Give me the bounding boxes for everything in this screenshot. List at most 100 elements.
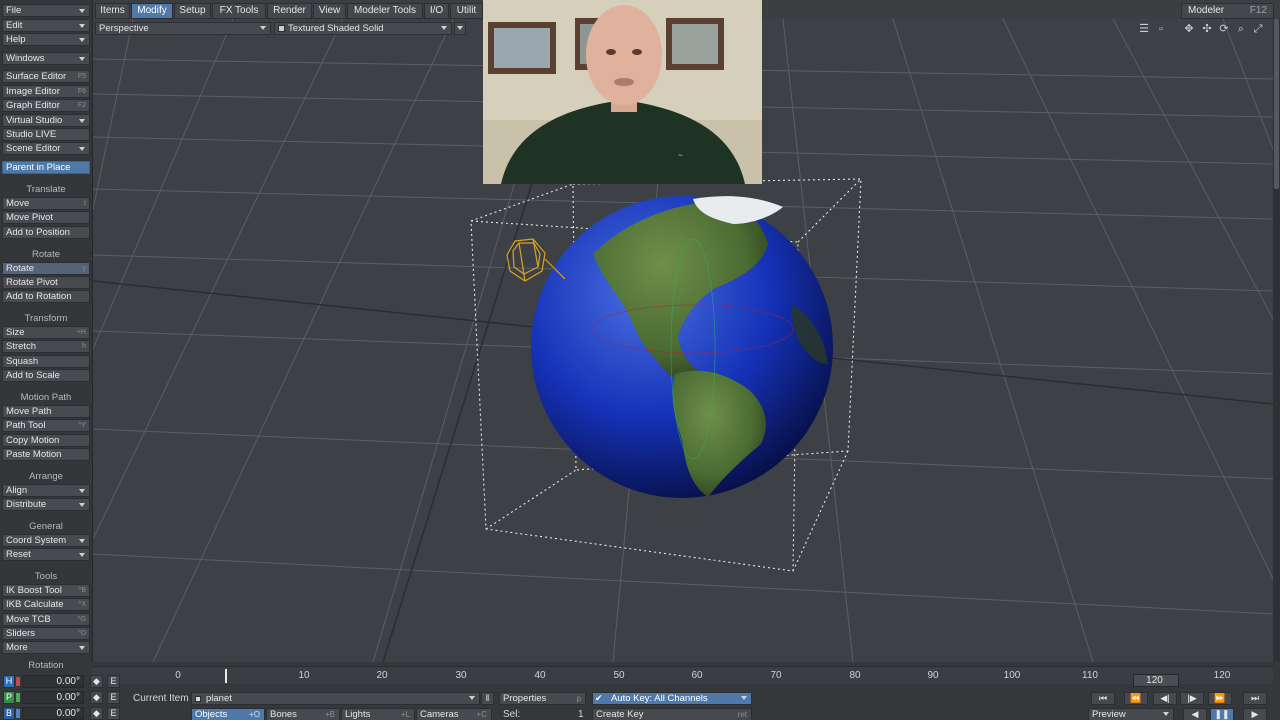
tab-io[interactable]: I/O [424,3,449,19]
cameras-filter-button[interactable]: Cameras +C [416,708,492,720]
tab-setup[interactable]: Setup [174,3,211,19]
coord-system-menu[interactable]: Coord System [2,534,90,547]
align-menu[interactable]: Align [2,484,90,497]
parent-in-place-button[interactable]: Parent in Place [2,161,90,174]
bank-value-field[interactable]: 0.00° [22,707,84,720]
surface-editor-button[interactable]: Surface Editor F5 [2,70,90,83]
reset-menu[interactable]: Reset [2,548,90,561]
last-frame-icon[interactable]: ⏭ [1243,692,1267,705]
maximize-icon[interactable]: ▫ [1154,22,1168,36]
viewport-scrollbar[interactable] [1273,19,1280,662]
file-menu-label: File [6,5,22,16]
ikb-calculate-button[interactable]: IKB Calculate ^X [2,598,90,611]
move-tcb-button[interactable]: Move TCB ^G [2,613,90,626]
distribute-menu[interactable]: Distribute [2,498,90,511]
pan-view-icon[interactable]: ✣ [1200,22,1214,36]
add-to-position-button[interactable]: Add to Position [2,226,90,239]
help-menu[interactable]: Help [2,33,90,46]
envelope-button[interactable]: E [107,675,120,688]
heading-channel-key[interactable]: H [3,675,15,688]
step-back-icon[interactable]: ◀| [1153,692,1177,705]
expand-view-icon[interactable]: ⤢ [1251,22,1265,36]
studio-live-button[interactable]: Studio LIVE [2,128,90,141]
copy-motion-button[interactable]: Copy Motion [2,434,90,447]
tab-fx-tools[interactable]: FX Tools [212,3,266,19]
tab-view[interactable]: View [313,3,346,19]
envelope-button[interactable]: E [107,707,120,720]
move-view-icon[interactable]: ✥ [1182,22,1196,36]
zoom-view-icon[interactable]: ⌕ [1234,22,1248,36]
rotate-pivot-button[interactable]: Rotate Pivot [2,276,90,289]
file-menu[interactable]: File [2,4,90,17]
tab-items[interactable]: Items [95,3,130,19]
virtual-studio-menu[interactable]: Virtual Studio [2,114,90,127]
ik-boost-tool-button[interactable]: IK Boost Tool ^B [2,584,90,597]
step-forward-icon[interactable]: |▶ [1180,692,1204,705]
rotate-view-icon[interactable]: ⟳ [1217,22,1231,36]
bank-channel-key[interactable]: B [3,707,15,720]
pitch-value-field[interactable]: 0.00° [22,691,84,704]
current-frame-marker[interactable] [225,669,227,683]
channel-link-icon[interactable]: ◆ [90,675,103,688]
modeler-button[interactable]: Modeler F12 [1181,3,1274,19]
size-button[interactable]: Size +H [2,326,90,339]
next-key-icon[interactable]: ⏩ [1208,692,1232,705]
properties-button[interactable]: Properties p [499,692,586,705]
preview-select[interactable]: Preview [1088,708,1174,720]
play-reverse-icon[interactable]: ◀ [1183,708,1207,720]
stretch-button[interactable]: Stretch h [2,340,90,353]
end-frame-field[interactable]: 120 [1133,674,1179,687]
move-path-button[interactable]: Move Path [2,405,90,418]
create-key-button[interactable]: Create Key ret [592,708,752,720]
previous-key-icon[interactable]: ⏪ [1124,692,1148,705]
more-menu[interactable]: More [2,641,90,654]
checkbox-checked-icon: ✔ [595,693,603,703]
tab-modeler-tools[interactable]: Modeler Tools [347,3,423,19]
squash-button[interactable]: Squash [2,355,90,368]
current-item-select[interactable]: planet [191,692,480,705]
graph-editor-button[interactable]: Graph Editor F2 [2,99,90,112]
auto-key-select[interactable]: ✔ Auto Key: All Channels [592,692,752,705]
move-pivot-button[interactable]: Move Pivot [2,211,90,224]
lights-filter-button[interactable]: Lights +L [341,708,415,720]
scrollbar-thumb[interactable] [1274,19,1279,189]
tab-render[interactable]: Render [267,3,312,19]
move-button[interactable]: Move t [2,197,90,210]
planet-object[interactable] [531,196,833,498]
pause-playback-icon[interactable]: ❚❚ [1210,708,1234,720]
selection-count-value: 1 [578,709,584,720]
viewport-options-menu[interactable] [454,22,466,35]
shading-mode-select[interactable]: Textured Shaded Solid [274,22,452,35]
view-mode-select[interactable]: Perspective [95,22,271,35]
button-label: Properties [503,693,547,704]
add-to-rotation-button[interactable]: Add to Rotation [2,290,90,303]
channel-link-icon[interactable]: ◆ [90,691,103,704]
pitch-channel-key[interactable]: P [3,691,15,704]
bones-filter-button[interactable]: Bones +B [266,708,340,720]
windows-menu[interactable]: Windows [2,52,90,65]
sliders-button[interactable]: Sliders ^D [2,627,90,640]
tick-label: 30 [455,670,467,681]
envelope-button[interactable]: E [107,691,120,704]
path-tool-button[interactable]: Path Tool ^Y [2,419,90,432]
current-item-label: Current Item [133,693,189,704]
tick-label: 60 [691,670,703,681]
objects-filter-button[interactable]: Objects +O [191,708,265,720]
heading-value-field[interactable]: 0.00° [22,675,84,688]
button-label: Size [6,327,25,338]
button-label: Lights [345,709,371,720]
button-label: Add to Position [6,227,70,238]
rotate-button[interactable]: Rotate y [2,262,90,275]
tab-utilities[interactable]: Utilit [450,3,483,19]
edit-menu[interactable]: Edit [2,19,90,32]
play-icon[interactable]: ▶ [1243,708,1267,720]
image-editor-button[interactable]: Image Editor F6 [2,85,90,98]
list-icon[interactable]: ☰ [1137,22,1151,36]
add-to-scale-button[interactable]: Add to Scale [2,369,90,382]
scene-editor-menu[interactable]: Scene Editor [2,142,90,155]
pause-icon[interactable]: ‖ [481,692,494,705]
first-frame-icon[interactable]: ⏮ [1091,692,1115,705]
channel-link-icon[interactable]: ◆ [90,707,103,720]
tab-modify[interactable]: Modify [131,3,173,19]
paste-motion-button[interactable]: Paste Motion [2,448,90,461]
